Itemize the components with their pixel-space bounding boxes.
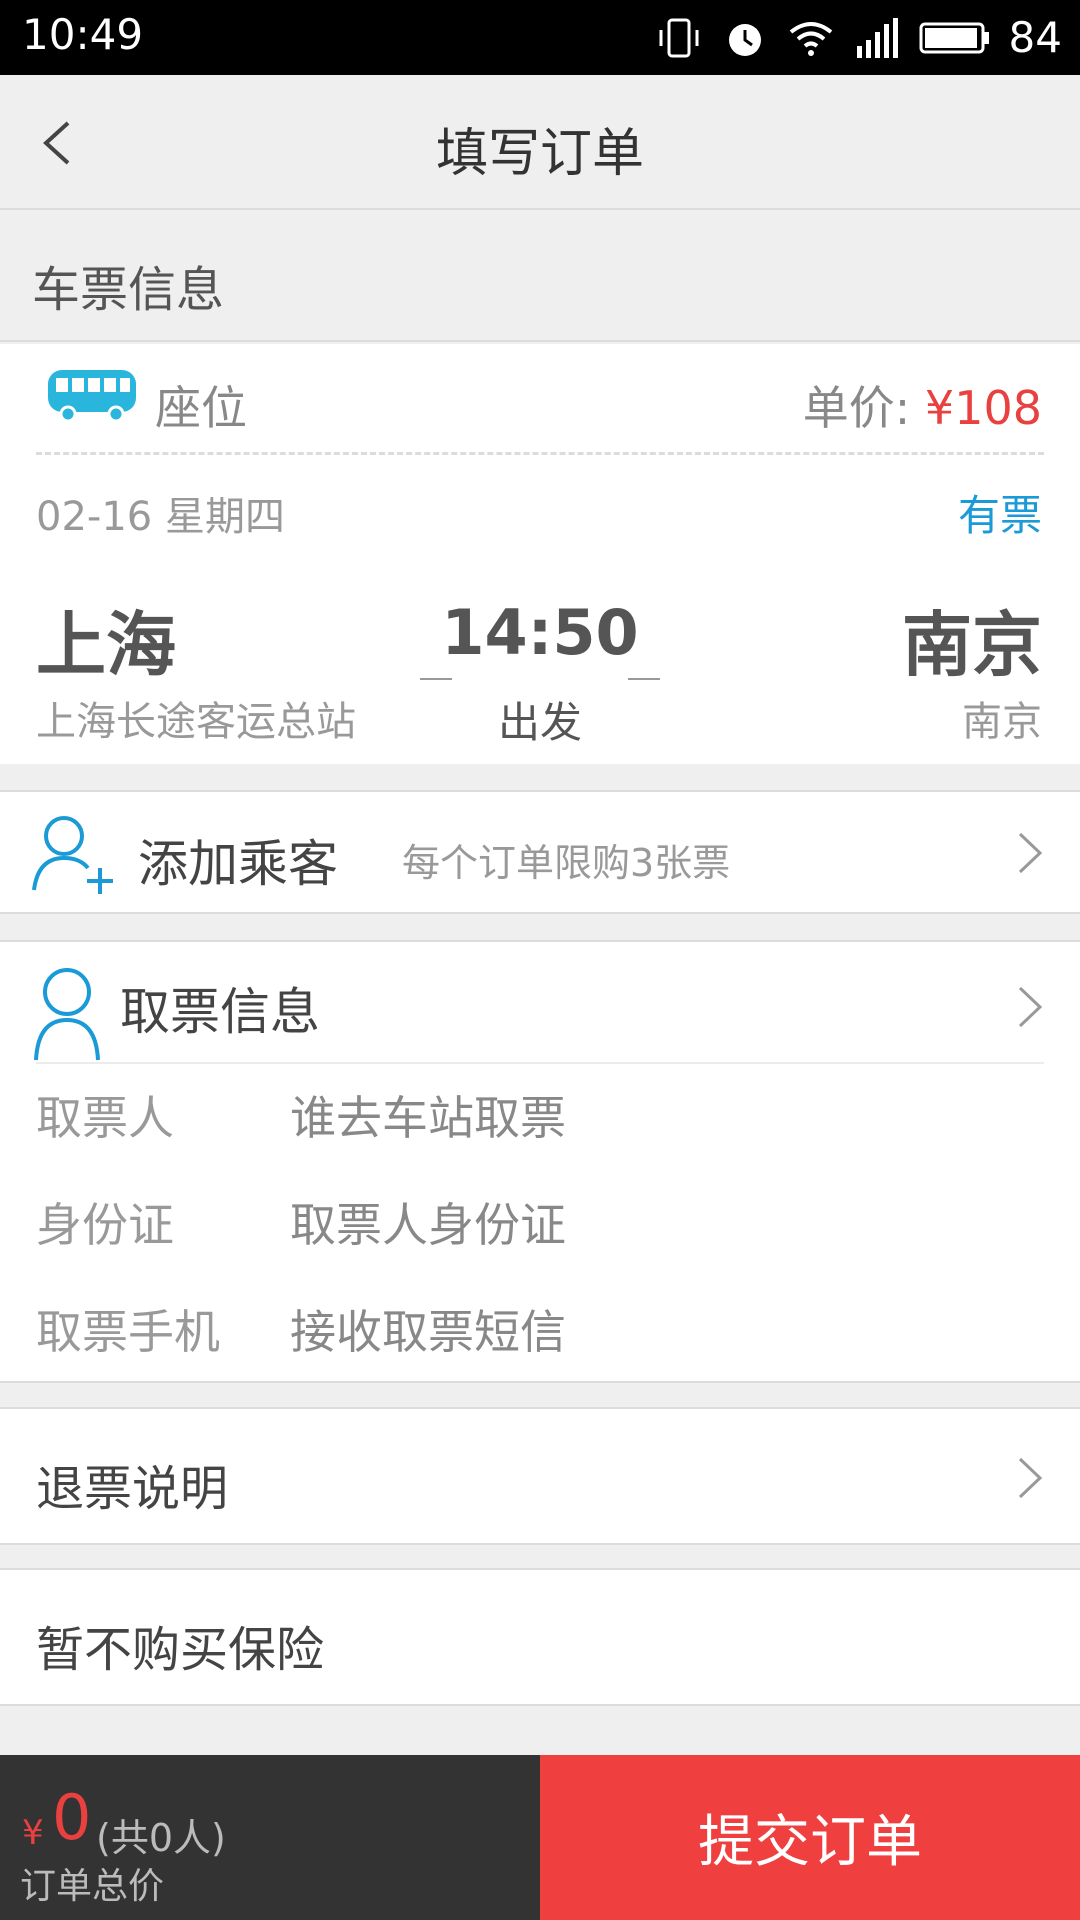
pickup-phone-label: 取票手机 (36, 1305, 220, 1359)
route-line-right (628, 678, 660, 680)
pickup-phone-input[interactable]: 接收取票短信 (290, 1296, 566, 1362)
passenger-limit-hint: 每个订单限购3张票 (402, 841, 731, 885)
pickup-person-label: 取票人 (36, 1091, 174, 1145)
insurance-label: 暂不购买保险 (36, 1622, 325, 1678)
to-station: 南京 (962, 699, 1042, 745)
battery-level: 84 (1008, 13, 1062, 62)
chevron-right-icon (1018, 832, 1043, 874)
id-card-label: 身份证 (36, 1198, 174, 1252)
order-total: ¥ 0 (共0人) 订单总价 (0, 1755, 540, 1920)
person-icon (34, 968, 100, 1061)
status-bar: 10:49 84 (0, 0, 1080, 75)
insurance-row[interactable]: 暂不购买保险 (0, 1568, 1080, 1706)
page-title: 填写订单 (435, 124, 644, 184)
pickup-info-title: 取票信息 (120, 983, 320, 1041)
divider (36, 1062, 1044, 1064)
battery-icon (919, 22, 989, 53)
total-amount: 0 (52, 1781, 92, 1854)
travel-date: 02-16 星期四 (36, 494, 285, 540)
alarm-icon (728, 23, 761, 56)
add-passenger-label: 添加乘客 (138, 835, 338, 893)
to-city: 南京 (902, 604, 1042, 686)
bottom-bar: ¥ 0 (共0人) 订单总价 提交订单 (0, 1755, 1080, 1920)
depart-label: 出发 (497, 698, 582, 747)
submit-order-button[interactable]: 提交订单 (540, 1755, 1080, 1920)
route-line-left (420, 678, 452, 680)
passenger-count: (共0人) (96, 1816, 226, 1860)
wifi-icon (789, 21, 832, 56)
ticket-info-header: 车票信息 (0, 212, 1080, 342)
add-passenger-row[interactable]: 添加乘客 每个订单限购3张票 (0, 790, 1080, 914)
chevron-right-icon (1018, 1457, 1043, 1499)
pickup-person-input[interactable]: 谁去车站取票 (290, 1082, 566, 1148)
refund-policy-label: 退票说明 (36, 1461, 229, 1517)
status-time: 10:49 (22, 10, 144, 59)
add-passenger-icon (32, 816, 113, 894)
seat-label: 座位 (155, 381, 247, 435)
nav-bar: 填写订单 (0, 75, 1080, 210)
signal-icon (856, 17, 898, 58)
availability-badge: 有票 (957, 491, 1042, 540)
section-title: 车票信息 (32, 262, 225, 318)
pickup-info-card: 取票信息 取票人 谁去车站取票 身份证 取票人身份证 取票手机 接收取票短信 (0, 940, 1080, 1383)
vibrate-icon (659, 18, 699, 57)
chevron-right-icon (1018, 986, 1043, 1028)
price-label: 单价: (802, 381, 925, 435)
refund-policy-row[interactable]: 退票说明 (0, 1407, 1080, 1545)
currency-symbol: ¥ (22, 1813, 44, 1853)
ticket-card: 座位 单价: ¥108 02-16 星期四 有票 上海 上海长途客运总站 14:… (0, 344, 1080, 764)
total-label: 订单总价 (20, 1866, 165, 1907)
bus-icon (48, 370, 136, 423)
status-icons: 84 (655, 10, 1062, 65)
price-value: ¥108 (924, 381, 1042, 435)
unit-price: 单价: ¥108 (803, 372, 1042, 438)
dashed-divider (36, 452, 1044, 455)
id-card-input[interactable]: 取票人身份证 (290, 1189, 566, 1255)
